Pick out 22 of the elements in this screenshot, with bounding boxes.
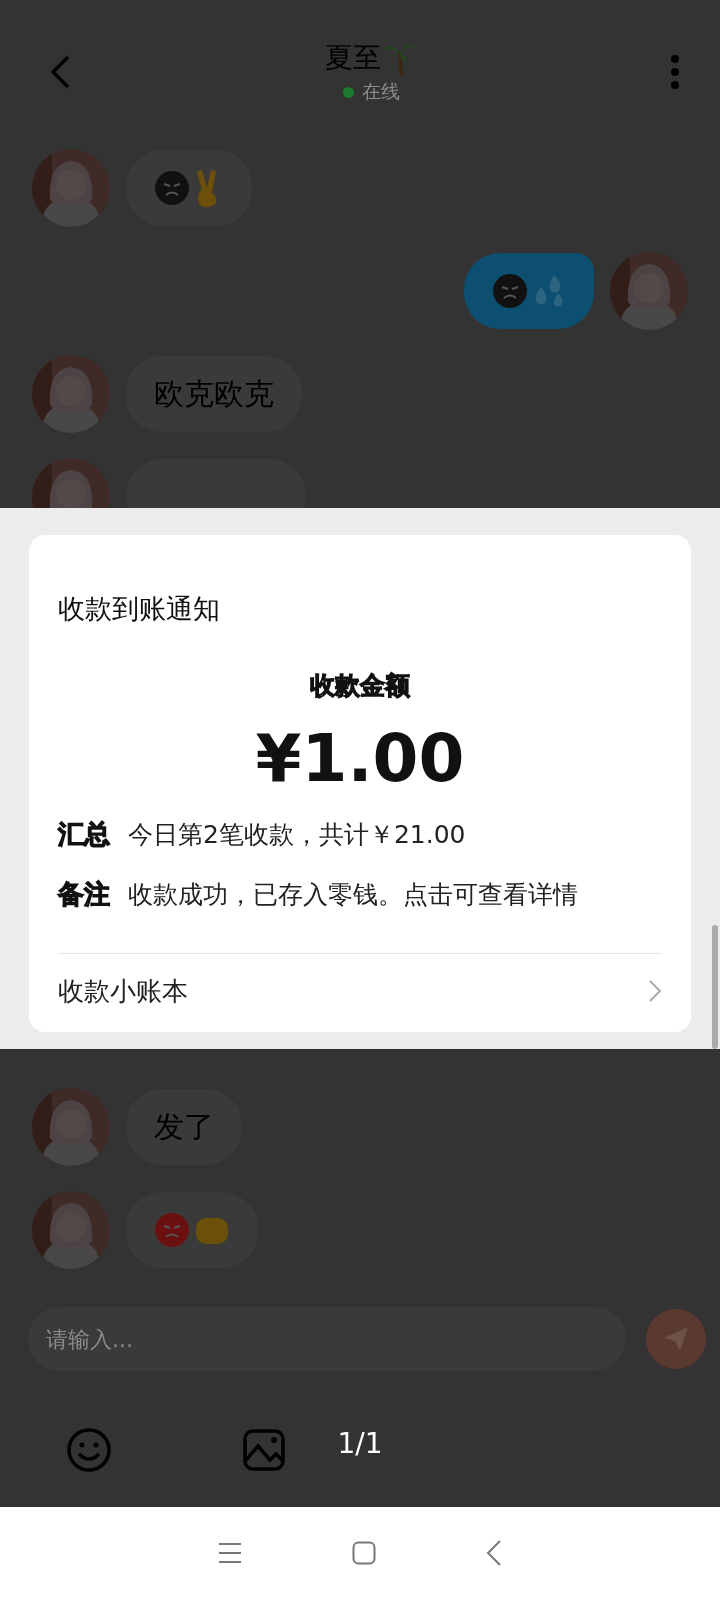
amount-label: 收款金额 <box>310 670 410 702</box>
image-counter: 1/1 <box>337 1427 383 1460</box>
menu-icon[interactable] <box>218 1542 242 1565</box>
more-icon[interactable] <box>670 54 680 91</box>
message-input[interactable]: 请输入... <box>28 1307 626 1372</box>
online-status: 在线 <box>361 79 400 105</box>
info-value: 今日第2笔收款，共计￥21.00 <box>128 818 466 851</box>
payment-card[interactable]: 收款到账通知 收款金额 ¥1.00 汇总 今日第2笔收款，共计￥21.00 备注 收款成功，已存入零钱。点击可查看详情 收款小账本 <box>29 535 691 1032</box>
back-icon[interactable] <box>486 1540 502 1567</box>
chevron-icon <box>648 979 662 1003</box>
ledger-link[interactable]: 收款小账本 <box>58 954 662 1028</box>
message-bubble: 发了 <box>126 1089 242 1166</box>
info-label: 汇总 <box>58 817 110 851</box>
info-value: 收款成功，已存入零钱。点击可查看详情 <box>128 878 578 911</box>
info-label: 备注 <box>58 877 110 911</box>
card-title: 收款到账通知 <box>58 592 221 626</box>
amount: ¥1.00 <box>255 720 465 797</box>
home-icon[interactable] <box>352 1541 376 1566</box>
angry-face-icon <box>154 1212 190 1249</box>
emoji-button[interactable] <box>66 1427 112 1473</box>
image-button[interactable] <box>242 1428 286 1472</box>
message-bubble: 欧克欧克 <box>126 356 302 433</box>
